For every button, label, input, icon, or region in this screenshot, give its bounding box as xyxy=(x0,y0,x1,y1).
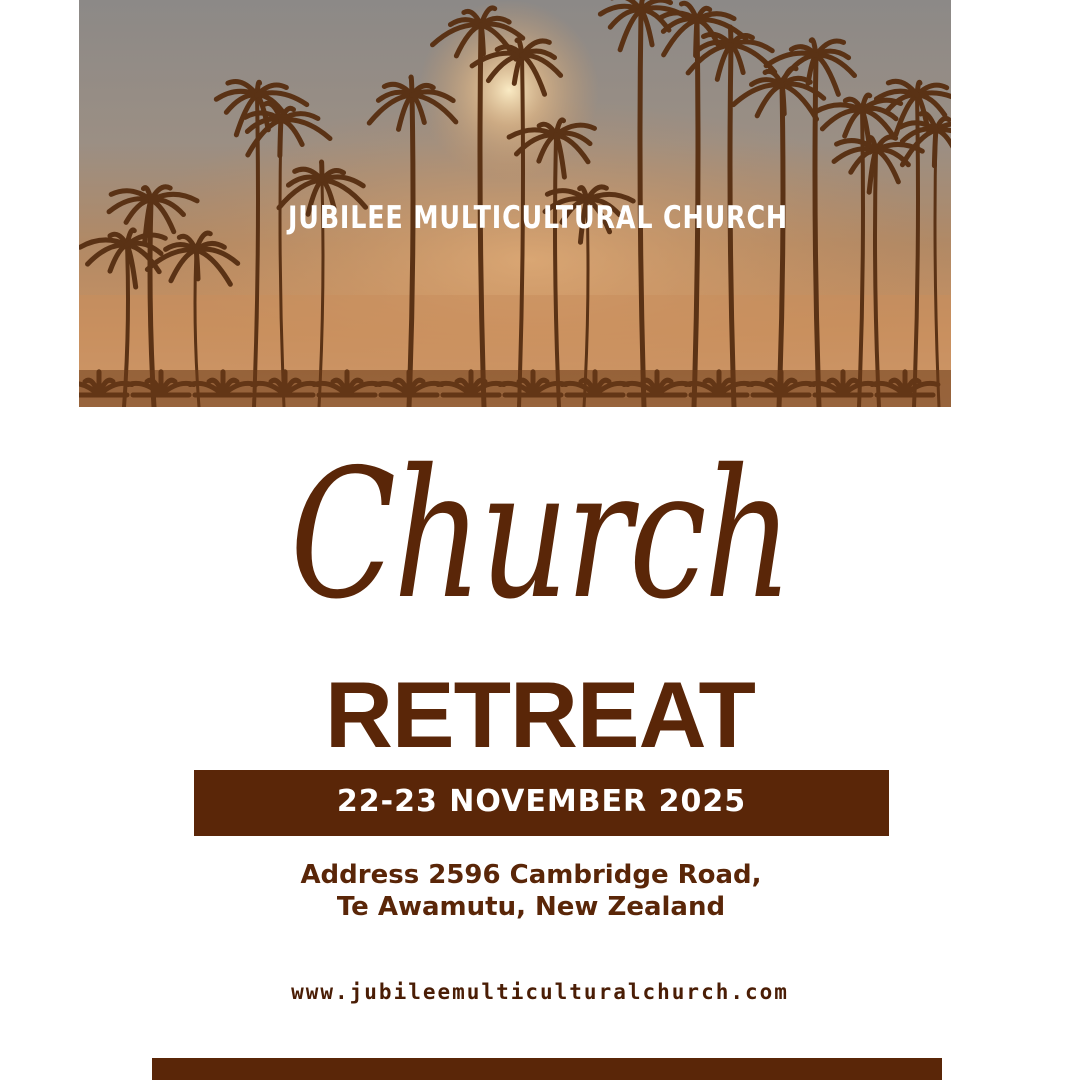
church-name-heading: JUBILEE MULTICULTURAL CHURCH xyxy=(287,200,789,236)
address-line-1: Address 2596 Cambridge Road, xyxy=(300,860,762,890)
date-banner: 22-23 NOVEMBER 2025 xyxy=(194,770,889,836)
script-title-church: Church xyxy=(290,431,793,638)
main-title-retreat: RETREAT xyxy=(325,662,756,767)
hero-photo: JUBILEE MULTICULTURAL CHURCH xyxy=(79,0,951,407)
footer-bar xyxy=(152,1058,942,1080)
website-link[interactable]: www.jubileemulticulturalchurch.com xyxy=(0,980,1080,1004)
event-date: 22-23 NOVEMBER 2025 xyxy=(336,784,747,819)
address-line-2: Te Awamutu, New Zealand xyxy=(336,892,726,922)
